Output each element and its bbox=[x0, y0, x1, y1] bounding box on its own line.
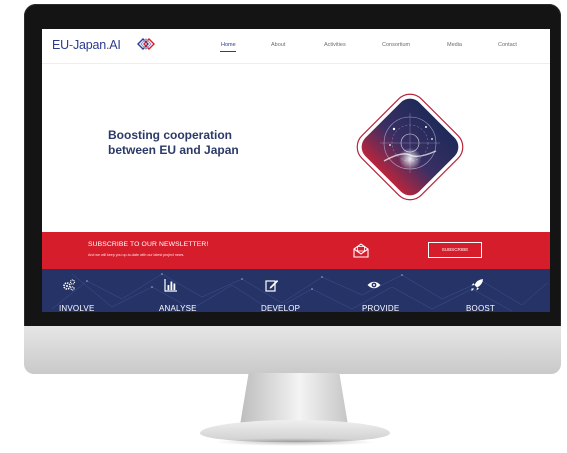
feature-label-analyse: ANALYSE bbox=[159, 304, 197, 312]
nav-item-home[interactable]: Home bbox=[221, 42, 236, 48]
website-screen: EU-Japan.AI Home About Activities Consor… bbox=[42, 29, 550, 312]
eye-icon bbox=[367, 281, 381, 289]
monitor-stand-neck bbox=[240, 373, 348, 425]
logo-text-eu: EU bbox=[52, 38, 69, 52]
newsletter-title: SUBSCRIBE TO OUR NEWSLETTER! bbox=[88, 241, 209, 248]
gears-icon bbox=[63, 279, 76, 291]
edit-icon bbox=[265, 280, 279, 292]
feature-label-provide: PROVIDE bbox=[362, 304, 400, 312]
logo-text-japan: Japan bbox=[72, 38, 106, 52]
site-header: EU-Japan.AI Home About Activities Consor… bbox=[42, 29, 550, 64]
subscribe-button[interactable]: SUBSCRIBE bbox=[428, 242, 482, 258]
site-logo[interactable]: EU-Japan.AI bbox=[52, 38, 121, 52]
features-band: INVOLVE ANALYSE DEVELOP PROVIDE BOOST bbox=[42, 269, 550, 312]
envelope-icon bbox=[353, 243, 369, 258]
rocket-icon bbox=[471, 279, 483, 291]
monitor-chin bbox=[24, 326, 561, 374]
logo-mark-icon bbox=[137, 38, 155, 50]
nav-item-contact[interactable]: Contact bbox=[498, 42, 517, 48]
logo-text-ai: AI bbox=[109, 38, 121, 52]
hero-tech-image bbox=[356, 93, 464, 201]
feature-label-develop: DEVELOP bbox=[261, 304, 301, 312]
newsletter-subtitle: And we will keep you up-to-date with our… bbox=[88, 253, 185, 257]
nav-item-about[interactable]: About bbox=[271, 42, 285, 48]
nav-item-consortium[interactable]: Consortium bbox=[382, 42, 410, 48]
feature-label-boost: BOOST bbox=[466, 304, 496, 312]
bar-chart-icon bbox=[164, 279, 177, 292]
nav-item-activities[interactable]: Activities bbox=[324, 42, 346, 48]
nav-item-media[interactable]: Media bbox=[447, 42, 462, 48]
feature-label-involve: INVOLVE bbox=[59, 304, 95, 312]
newsletter-band: SUBSCRIBE TO OUR NEWSLETTER! And we will… bbox=[42, 232, 550, 269]
floor-shadow bbox=[214, 438, 376, 446]
hero-title: Boosting cooperation between EU and Japa… bbox=[108, 128, 239, 157]
nav-active-underline bbox=[220, 51, 236, 52]
